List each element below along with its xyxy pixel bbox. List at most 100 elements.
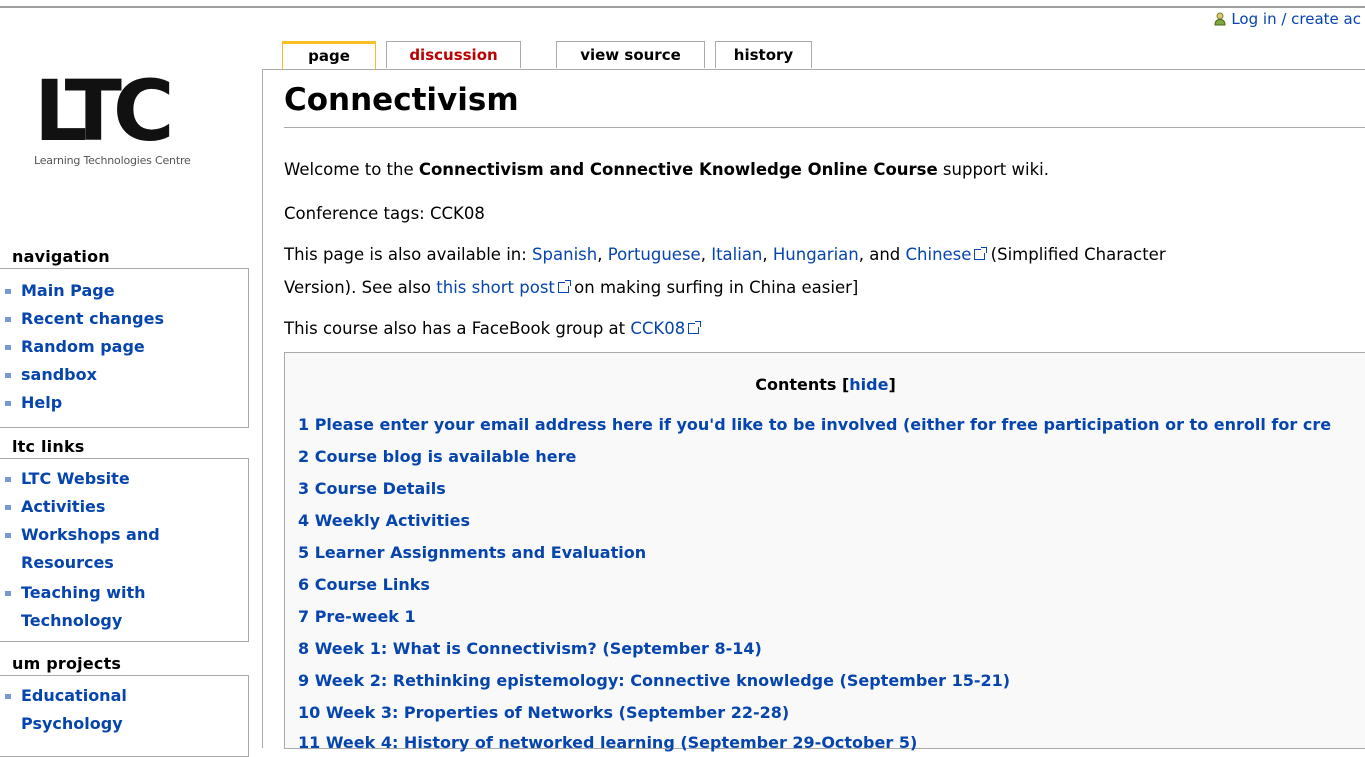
toc-item[interactable]: 2 Course blog is available here: [298, 447, 576, 466]
toc-bracket: ]: [888, 375, 896, 394]
welcome-text-end: support wiki.: [937, 160, 1049, 179]
conference-tags: Conference tags: CCK08: [284, 204, 485, 223]
external-link-icon: [557, 280, 571, 293]
logo-subtitle: Learning Technologies Centre: [34, 154, 191, 167]
personal-tools: Log in / create ac: [1213, 10, 1361, 28]
link-italian[interactable]: Italian: [711, 245, 762, 264]
bullet-icon: [5, 401, 11, 406]
link-portuguese[interactable]: Portuguese: [608, 245, 701, 264]
bullet-icon: [5, 477, 11, 482]
login-link[interactable]: Log in / create ac: [1231, 10, 1361, 28]
toc-item[interactable]: 3 Course Details: [298, 479, 446, 498]
languages-paragraph: This page is also available in: Spanish,…: [284, 245, 1166, 264]
separator: ,: [762, 245, 773, 264]
ltc-links-heading: ltc links: [12, 437, 85, 456]
sidebar-item-label: Technology: [21, 611, 123, 630]
external-link-icon: [688, 321, 702, 334]
link-hungarian[interactable]: Hungarian: [773, 245, 859, 264]
sidebar-item-label: Recent changes: [21, 309, 165, 328]
user-icon: [1214, 12, 1226, 26]
bullet-icon: [5, 505, 11, 510]
sidebar-item-recent-changes[interactable]: Recent changes: [5, 305, 165, 333]
languages-suffix: (Simplified Character: [985, 245, 1166, 264]
sidebar-item-label: sandbox: [21, 365, 97, 384]
logo-wordmark: LTC: [34, 62, 175, 160]
toc-item[interactable]: 8 Week 1: What is Connectivism? (Septemb…: [298, 639, 762, 658]
table-of-contents: Contents [hide] 1 Please enter your emai…: [284, 352, 1365, 752]
sidebar-item-label: Workshops and: [21, 525, 160, 544]
facebook-text: This course also has a FaceBook group at: [284, 319, 631, 338]
see-also-suffix: on making surfing in China easier]: [568, 278, 859, 297]
sidebar-item-random-page[interactable]: Random page: [5, 333, 145, 361]
toc-title-text: Contents: [755, 375, 837, 394]
see-also-text: Version). See also: [284, 278, 437, 297]
tab-discussion-label: discussion: [409, 46, 498, 64]
page-title: Connectivism: [284, 82, 519, 118]
toc-hide-link[interactable]: hide: [849, 375, 888, 394]
ltc-links-portlet: LTC Website Activities Workshops and Reso…: [0, 458, 249, 642]
welcome-text: Welcome to the: [284, 160, 419, 179]
course-name: Connectivism and Connective Knowledge On…: [418, 160, 938, 179]
sidebar-item-label: Educational: [21, 686, 127, 705]
toc-item[interactable]: 10 Week 3: Properties of Networks (Septe…: [298, 703, 789, 722]
um-projects-heading: um projects: [12, 654, 122, 673]
sidebar-item-sandbox[interactable]: sandbox: [5, 361, 97, 389]
tab-discussion[interactable]: discussion: [386, 41, 521, 68]
welcome-paragraph: Welcome to the Connectivism and Connecti…: [284, 160, 1049, 179]
navigation-heading: navigation: [12, 247, 110, 266]
sidebar-item-teaching-with-technology[interactable]: Teaching with Technology: [5, 579, 146, 635]
navigation-portlet: Main Page Recent changes Random page san…: [0, 268, 249, 428]
toc-item[interactable]: 9 Week 2: Rethinking epistemology: Conne…: [298, 671, 1010, 690]
toc-item[interactable]: 6 Course Links: [298, 575, 430, 594]
sidebar-item-label: Help: [21, 393, 63, 412]
toc-bracket: [: [836, 375, 850, 394]
link-spanish[interactable]: Spanish: [532, 245, 597, 264]
sidebar-item-main-page[interactable]: Main Page: [5, 277, 115, 305]
site-logo[interactable]: LTC Learning Technologies Centre: [34, 62, 234, 182]
bullet-icon: [5, 289, 11, 294]
sidebar-item-label: Psychology: [21, 714, 123, 733]
um-projects-portlet: Educational Psychology: [0, 675, 249, 757]
tab-page-label: page: [308, 47, 350, 65]
link-facebook-group[interactable]: CCK08: [630, 319, 685, 338]
sidebar-item-workshops-and-resources[interactable]: Workshops and Resources: [5, 521, 160, 577]
tab-history-label: history: [733, 46, 794, 64]
toc-title: Contents [hide]: [285, 375, 1365, 394]
languages-paragraph-line2: Version). See also this short post on ma…: [284, 278, 858, 297]
separator: ,: [700, 245, 712, 264]
top-border: [0, 0, 1365, 8]
toc-item[interactable]: 4 Weekly Activities: [298, 511, 470, 530]
sidebar-item-ltc-website[interactable]: LTC Website: [5, 465, 130, 493]
bullet-icon: [5, 591, 11, 596]
separator: , and: [858, 245, 906, 264]
toc-item[interactable]: 1 Please enter your email address here i…: [298, 415, 1331, 434]
sidebar-item-label: Random page: [21, 337, 145, 356]
link-short-post[interactable]: this short post: [436, 278, 555, 297]
title-divider: [284, 127, 1365, 128]
link-chinese[interactable]: Chinese: [906, 245, 972, 264]
facebook-paragraph: This course also has a FaceBook group at…: [284, 319, 702, 338]
sidebar-item-activities[interactable]: Activities: [5, 493, 106, 521]
sidebar-item-educational-psychology[interactable]: Educational Psychology: [5, 682, 127, 738]
sidebar-item-label: Resources: [21, 553, 114, 572]
sidebar-item-label: Activities: [21, 497, 106, 516]
tab-view-source[interactable]: view source: [556, 41, 705, 68]
bullet-icon: [5, 373, 11, 378]
bullet-icon: [5, 345, 11, 350]
tab-view-source-label: view source: [580, 46, 681, 64]
external-link-icon: [974, 247, 988, 260]
bullet-icon: [5, 694, 11, 699]
toc-item[interactable]: 5 Learner Assignments and Evaluation: [298, 543, 646, 562]
sidebar-item-label: LTC Website: [21, 469, 130, 488]
tab-page[interactable]: page: [282, 41, 376, 69]
languages-prefix: This page is also available in:: [284, 245, 533, 264]
toc-item[interactable]: 11 Week 4: History of networked learning…: [298, 733, 917, 752]
toc-item[interactable]: 7 Pre-week 1: [298, 607, 416, 626]
sidebar-item-help[interactable]: Help: [5, 389, 63, 417]
sidebar-item-label: Teaching with: [21, 583, 146, 602]
separator: ,: [597, 245, 608, 264]
tab-history[interactable]: history: [715, 41, 812, 68]
bullet-icon: [5, 317, 11, 322]
bullet-icon: [5, 533, 11, 538]
sidebar-item-label: Main Page: [21, 281, 115, 300]
